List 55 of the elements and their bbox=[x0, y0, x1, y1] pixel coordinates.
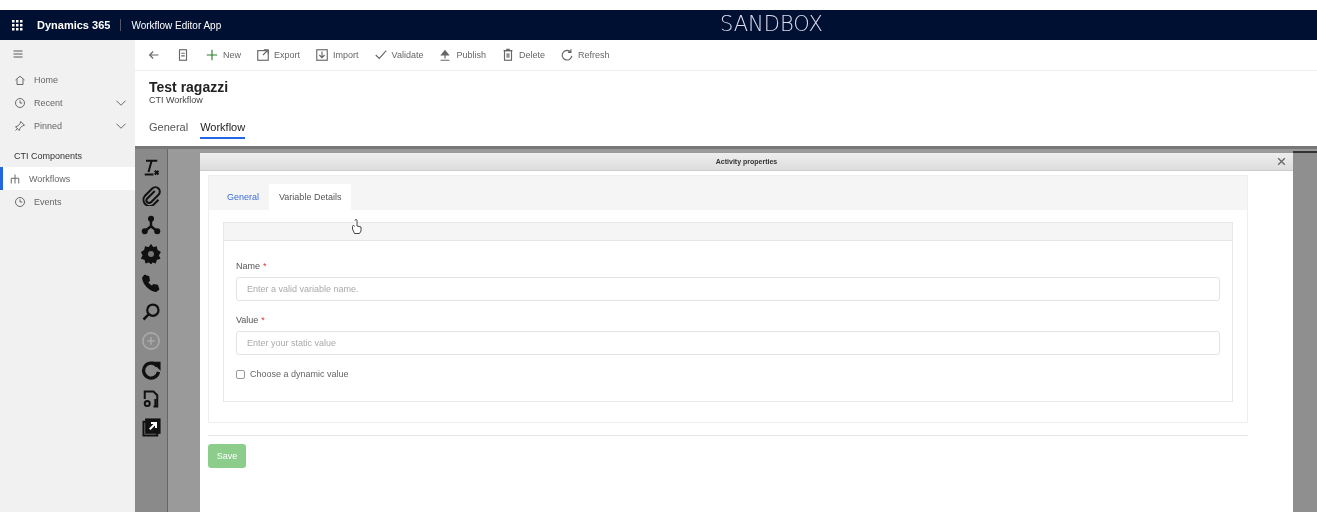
plus-circle-icon bbox=[141, 331, 161, 351]
toolbar-button[interactable]: New bbox=[203, 46, 243, 64]
close-icon[interactable] bbox=[1276, 156, 1287, 167]
toolbar-button[interactable]: Export bbox=[254, 46, 303, 64]
record-title: Test ragazzi bbox=[149, 79, 230, 95]
toolbar-button[interactable]: Delete bbox=[498, 46, 547, 64]
input-field[interactable]: Enter your static value bbox=[236, 331, 1220, 355]
toolbar-button[interactable]: Import bbox=[313, 46, 361, 64]
required-mark: * bbox=[261, 315, 265, 325]
app-name: Dynamics 365 bbox=[37, 19, 122, 31]
sidebar-section-title: CTI Components bbox=[13, 150, 84, 163]
paperclip-icon bbox=[141, 186, 161, 206]
tab[interactable]: General bbox=[149, 119, 189, 139]
toolbar-button[interactable]: Publish bbox=[436, 46, 488, 64]
search-icon bbox=[141, 302, 161, 322]
record-subtitle: CTI Workflow bbox=[149, 95, 204, 105]
export-icon bbox=[256, 48, 270, 62]
upload-icon bbox=[438, 48, 453, 62]
required-mark: * bbox=[263, 261, 267, 271]
pin-icon bbox=[14, 119, 26, 132]
back-arrow-icon bbox=[147, 48, 161, 62]
hand-cursor-icon bbox=[351, 219, 363, 234]
clock-icon bbox=[14, 195, 26, 208]
app-area-name: Workflow Editor App bbox=[130, 19, 222, 31]
tab[interactable]: Workflow bbox=[200, 119, 246, 139]
branch-icon bbox=[141, 215, 161, 235]
sidebar-item[interactable]: Home bbox=[0, 68, 135, 91]
refresh-icon bbox=[141, 360, 161, 380]
sidebar-item[interactable]: Events bbox=[0, 190, 135, 213]
dynamic-value-checkbox[interactable]: Choose a dynamic value bbox=[236, 369, 1220, 379]
app-launcher-icon[interactable] bbox=[12, 19, 23, 31]
gear-icon bbox=[141, 244, 161, 264]
tab[interactable]: General bbox=[217, 184, 270, 210]
refresh-icon bbox=[559, 48, 574, 62]
form-icon bbox=[176, 48, 190, 62]
home-icon bbox=[14, 73, 26, 86]
field-label: Name bbox=[236, 261, 260, 271]
toolbar-button[interactable]: Validate bbox=[371, 46, 426, 64]
tab[interactable]: Variable Details bbox=[269, 184, 352, 210]
menu-icon bbox=[12, 48, 24, 60]
import-icon bbox=[315, 48, 330, 62]
hierarchy-icon bbox=[9, 172, 21, 185]
input-field[interactable]: Enter a valid variable name. bbox=[236, 277, 1220, 301]
plus-icon bbox=[205, 48, 219, 62]
environment-label: SANDBOX bbox=[720, 12, 823, 36]
toolbar-button[interactable]: Refresh bbox=[557, 46, 612, 64]
phone-icon bbox=[141, 273, 161, 293]
document-icon bbox=[141, 389, 161, 409]
checkmark-icon bbox=[373, 48, 388, 62]
sidebar-item[interactable]: Workflows bbox=[0, 167, 135, 190]
external-link-icon bbox=[141, 418, 161, 438]
field-label: Value bbox=[236, 315, 259, 325]
clock-icon bbox=[14, 96, 26, 109]
sidebar-item[interactable]: Pinned bbox=[0, 114, 135, 137]
sidebar-item[interactable]: Recent bbox=[0, 91, 135, 114]
